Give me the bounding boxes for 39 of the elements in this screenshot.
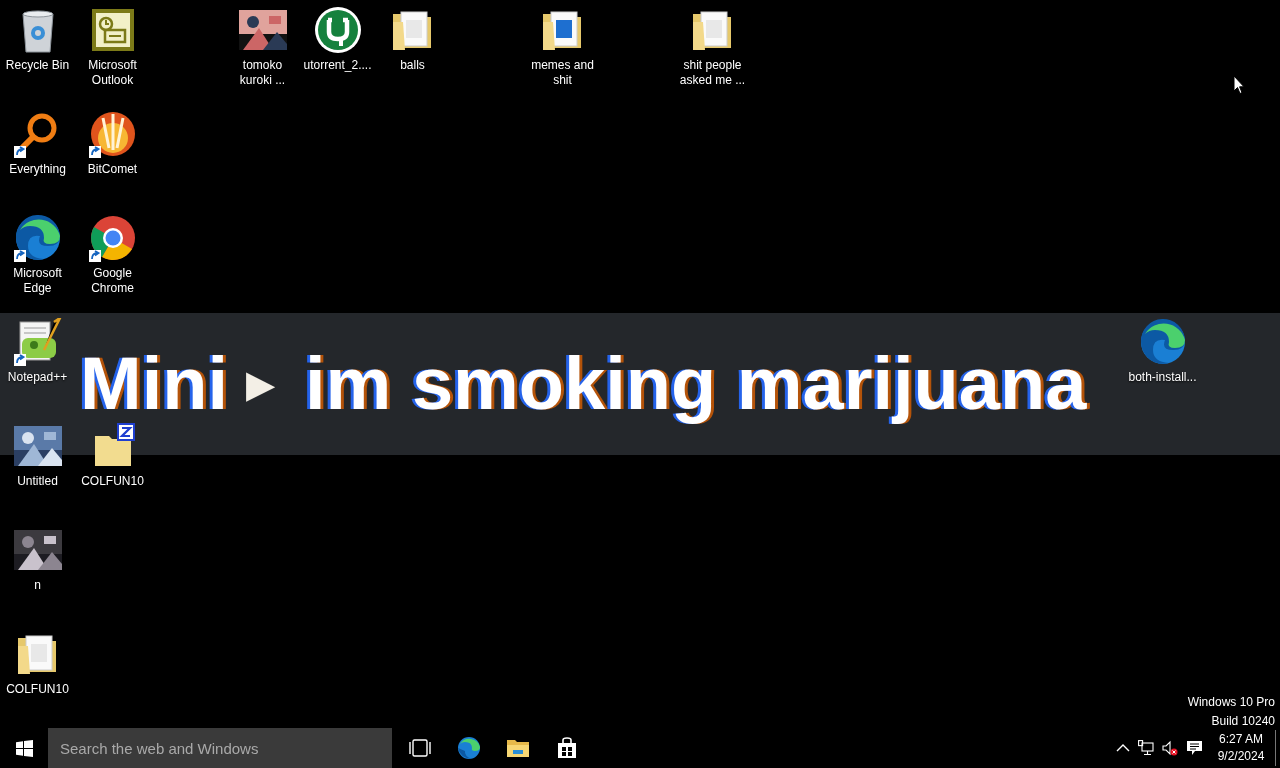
bitcomet-icon[interactable] [88,110,137,158]
utorrent-icon[interactable] [313,6,362,54]
icon-label[interactable]: Everything [9,162,66,177]
notification-icon[interactable] [1186,740,1203,756]
overlay-title: Mini [80,347,228,421]
cursor-icon [1233,75,1245,95]
icon-label[interactable]: BitComet [87,162,138,177]
edge-icon[interactable] [13,214,62,262]
chrome-icon[interactable] [88,214,137,262]
icon-label[interactable]: COLFUN10 [6,682,69,697]
clock-date: 9/2/2024 [1217,748,1265,765]
icon-label[interactable]: tomoko kuroki ... [225,58,300,88]
icon-label[interactable]: Notepad++ [7,370,68,385]
search-field[interactable]: Search the web and Windows [48,728,392,768]
icon-label[interactable]: memes and shit [525,58,600,88]
edge-icon[interactable] [1138,318,1187,366]
windows-icon [15,739,33,757]
icon-label[interactable]: Google Chrome [75,266,150,296]
icon-label[interactable]: COLFUN10 [81,474,144,489]
icon-label[interactable]: n [34,578,41,593]
play-icon: ▶ [245,365,275,403]
volume-icon[interactable] [1162,740,1178,756]
icon-label[interactable]: balls [400,58,425,73]
build-text: Build 10240 [1211,713,1275,730]
clock[interactable]: 6:27 AM 9/2/2024 [1213,731,1269,765]
notepad-icon[interactable] [13,318,62,366]
chevron-up-icon[interactable] [1116,743,1130,753]
icon-label[interactable]: Microsoft Edge [0,266,75,296]
icon-label[interactable]: both-install... [1128,370,1197,385]
network-icon[interactable] [1138,740,1154,756]
task-view-icon [407,736,432,760]
icon-label[interactable]: shit people asked me ... [675,58,750,88]
edition-text: Windows 10 Pro [1187,694,1275,711]
icon-label[interactable]: utorrent_2.... [303,58,372,73]
edge-icon [456,736,481,760]
icon-label[interactable]: Recycle Bin [5,58,70,73]
clock-time: 6:27 AM [1219,731,1263,748]
icon-label[interactable]: Microsoft Outlook [75,58,150,88]
icon-label[interactable]: Untitled [17,474,58,489]
